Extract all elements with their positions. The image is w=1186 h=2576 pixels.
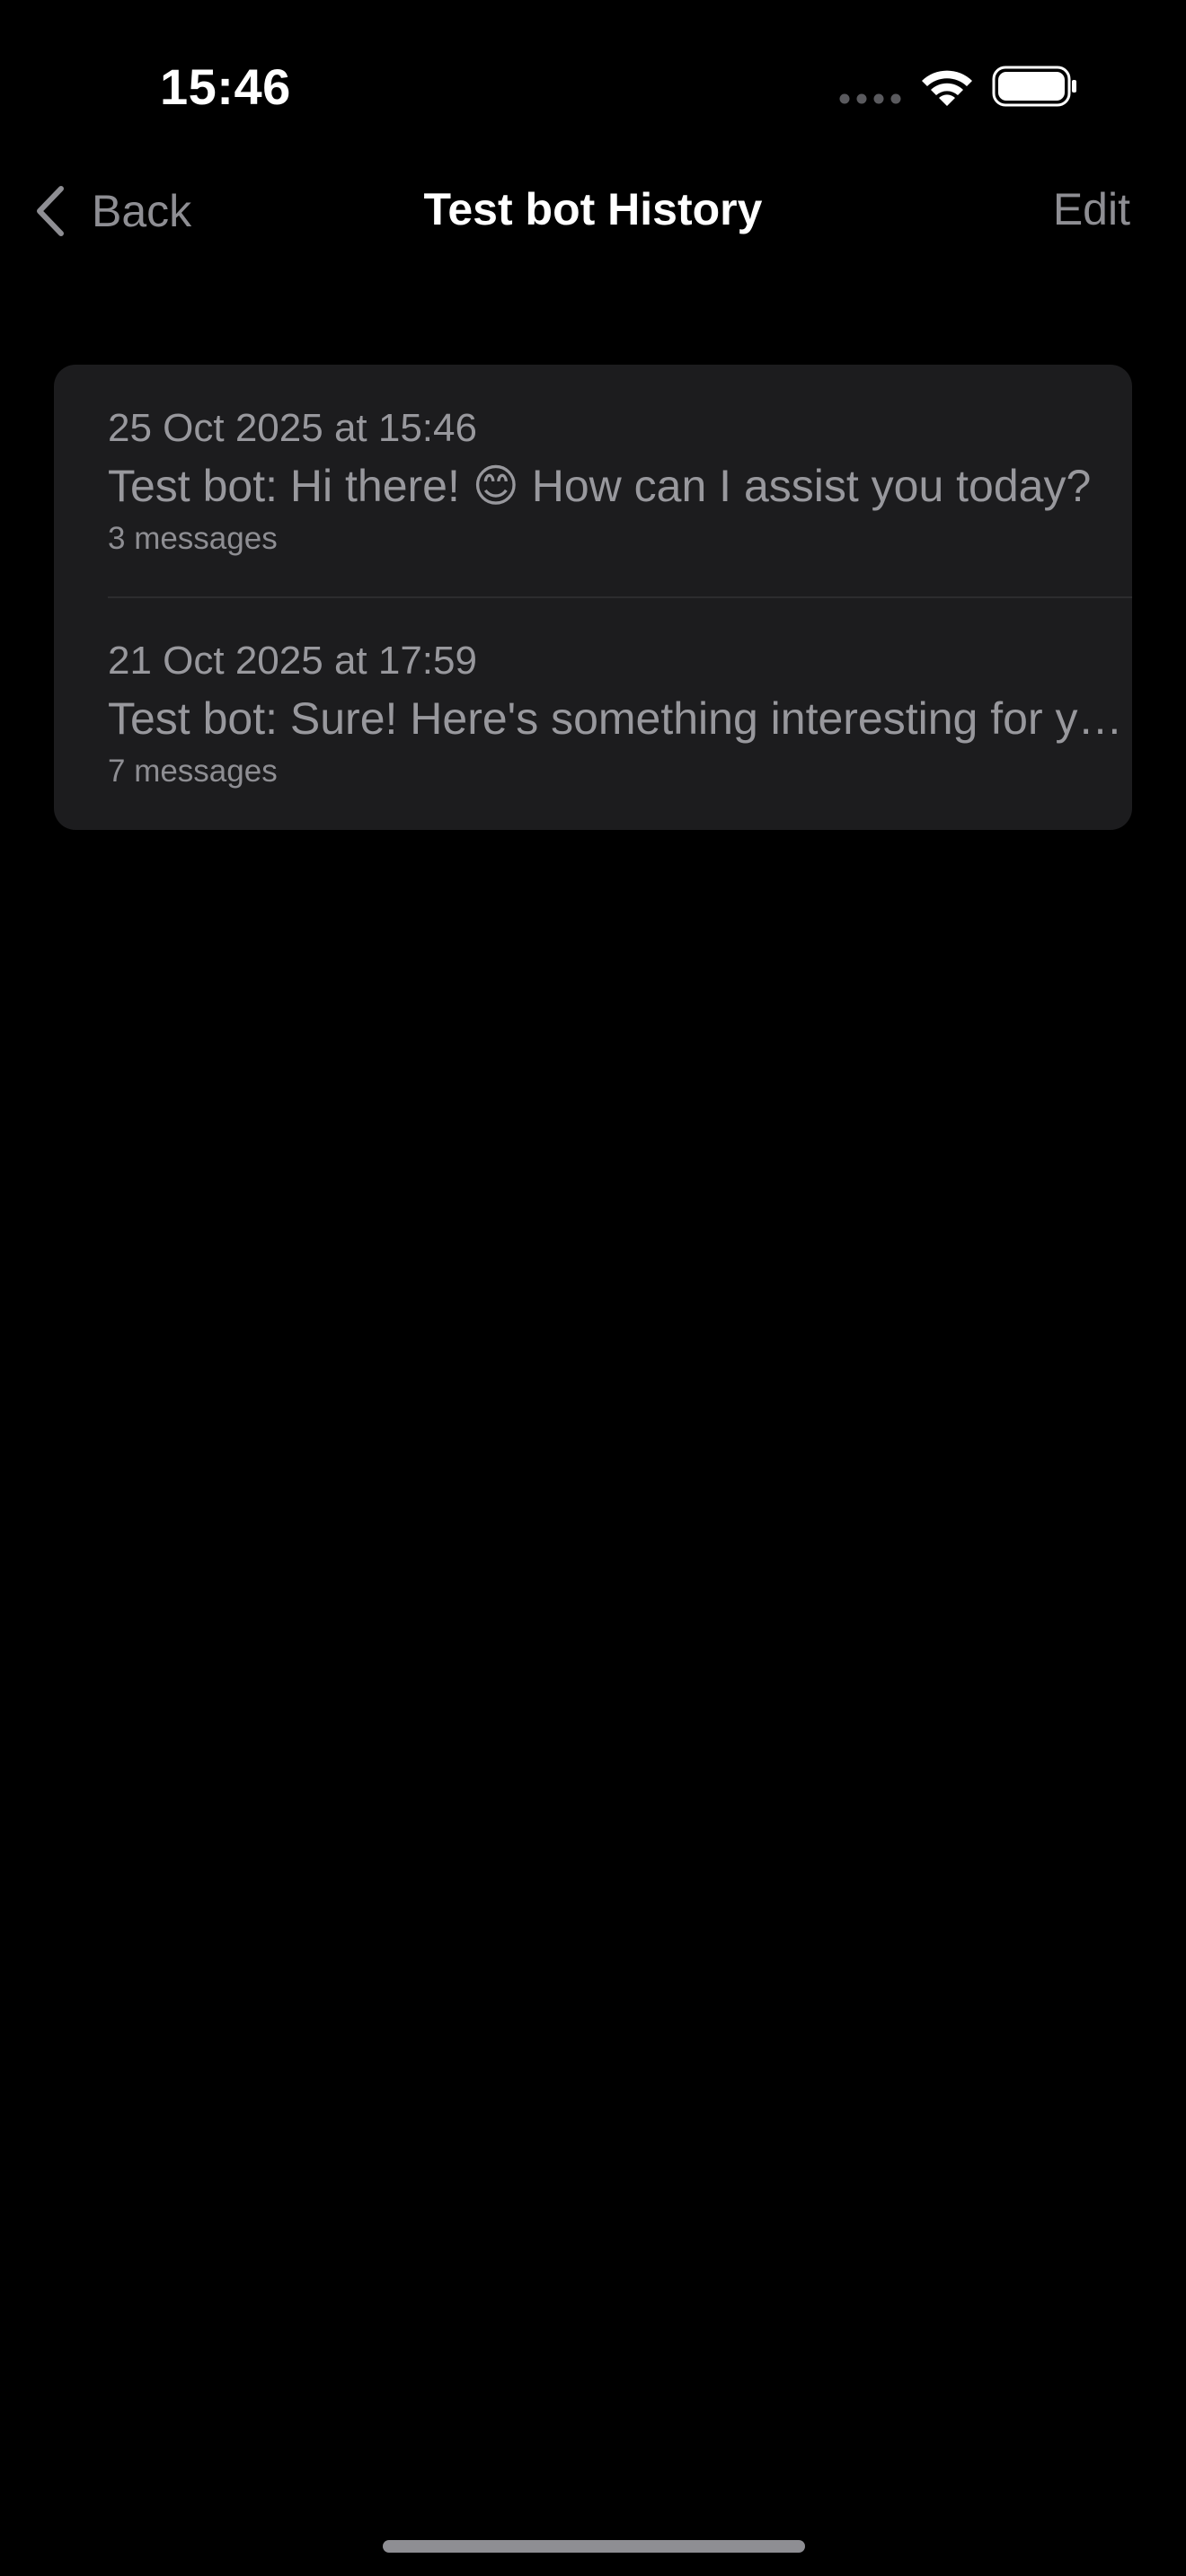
history-item[interactable]: 25 Oct 2025 at 15:46 Test bot: Hi there!… — [54, 365, 1132, 597]
history-item-date: 25 Oct 2025 at 15:46 — [108, 406, 477, 450]
chevron-left-icon — [37, 186, 64, 236]
battery-icon — [992, 66, 1076, 107]
history-item-message-count: 7 messages — [108, 754, 278, 789]
row-divider — [108, 596, 1132, 598]
history-item-preview: Test bot: Hi there! 😊 How can I assist y… — [108, 461, 1092, 511]
back-button[interactable]: Back — [32, 181, 191, 241]
home-indicator[interactable] — [383, 2540, 805, 2553]
history-item-message-count: 3 messages — [108, 521, 278, 556]
cellular-signal-icon — [839, 93, 901, 104]
back-label: Back — [92, 186, 192, 236]
status-time: 15:46 — [160, 58, 291, 115]
wifi-icon — [922, 70, 972, 106]
history-item[interactable]: 21 Oct 2025 at 17:59 Test bot: Sure! Her… — [54, 597, 1132, 830]
navigation-bar: Test bot History Back Edit — [0, 171, 1186, 251]
edit-button[interactable]: Edit — [1053, 183, 1130, 235]
history-item-preview: Test bot: Sure! Here's something interes… — [108, 693, 1123, 744]
status-bar: 15:46 — [0, 0, 1186, 171]
history-item-date: 21 Oct 2025 at 17:59 — [108, 639, 477, 683]
